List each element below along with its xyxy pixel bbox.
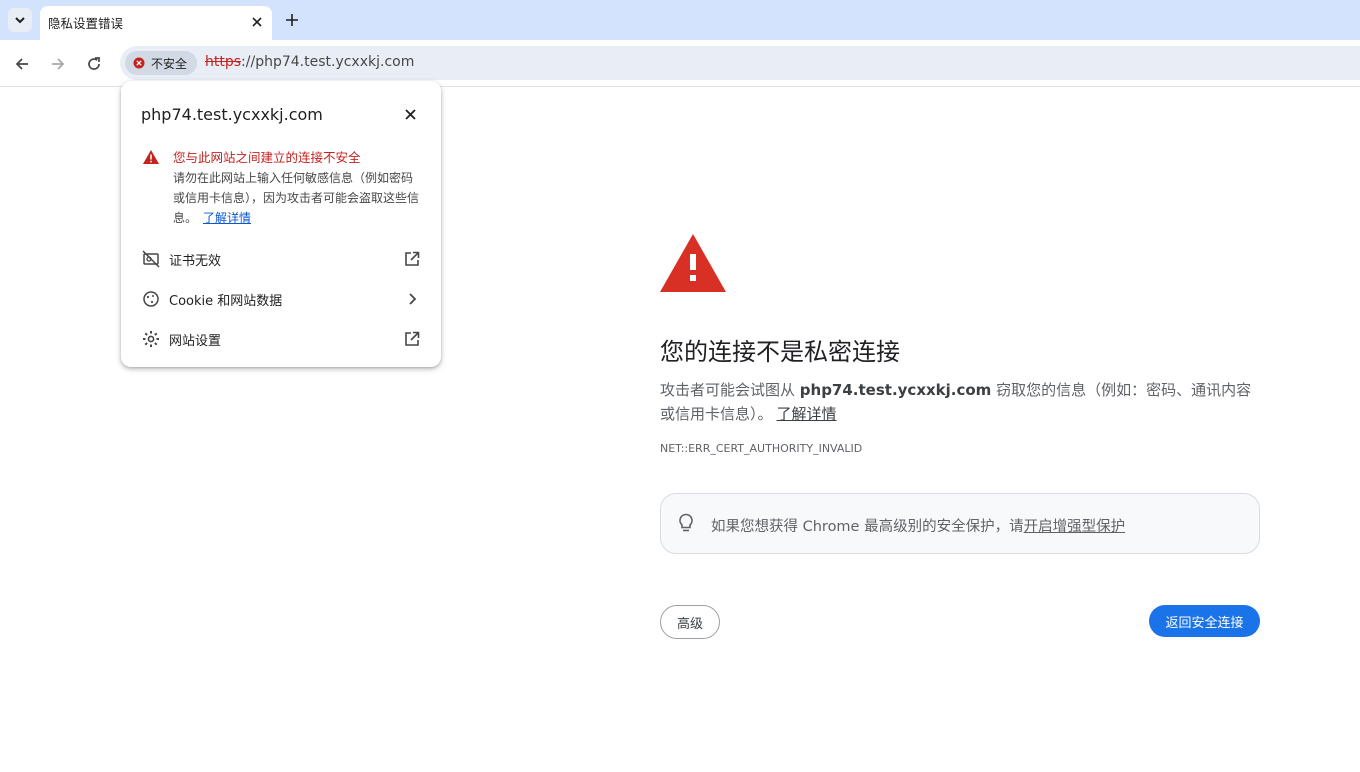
- advanced-button[interactable]: 高级: [660, 605, 720, 639]
- connection-warning-body: 请勿在此网站上输入任何敏感信息（例如密码或信用卡信息），因为攻击者可能会盗取这些…: [173, 168, 421, 228]
- site-info-popup: php74.test.ycxxkj.com 您与此网站之间建立的连接不安全 请勿…: [121, 81, 441, 367]
- url-host: ://php74.test.ycxxkj.com: [241, 54, 415, 70]
- gear-icon: [142, 330, 160, 348]
- address-bar[interactable]: 不安全 https://php74.test.ycxxkj.com: [120, 46, 1360, 80]
- description-domain: php74.test.ycxxkj.com: [799, 381, 992, 399]
- site-settings-row[interactable]: 网站设置: [121, 319, 441, 359]
- tab-strip: 隐私设置错误: [0, 0, 1360, 40]
- open-external-icon: [403, 250, 421, 268]
- url-scheme: https: [205, 54, 242, 70]
- certificate-row-label: 证书无效: [169, 253, 222, 269]
- open-external-icon: [403, 330, 421, 348]
- certificate-row[interactable]: 证书无效: [121, 239, 441, 279]
- cookie-row[interactable]: Cookie 和网站数据: [121, 279, 441, 319]
- error-code: NET::ERR_CERT_AUTHORITY_INVALID: [660, 442, 863, 455]
- tab-title: 隐私设置错误: [48, 16, 124, 31]
- arrow-right-icon: [52, 58, 65, 70]
- lightbulb-icon: [679, 513, 693, 532]
- security-chip-label: 不安全: [151, 56, 188, 71]
- security-chip[interactable]: 不安全: [125, 51, 197, 75]
- forward-button[interactable]: [46, 52, 70, 76]
- enhanced-protection-box: 如果您想获得 Chrome 最高级别的安全保护，请开启增强型保护: [660, 493, 1260, 554]
- site-settings-row-label: 网站设置: [169, 333, 222, 349]
- warning-triangle-icon: [143, 150, 159, 164]
- connection-warning-title: 您与此网站之间建立的连接不安全: [173, 150, 361, 165]
- back-button[interactable]: [10, 52, 34, 76]
- close-icon: [404, 108, 416, 120]
- toolbar: 不安全 https://php74.test.ycxxkj.com: [0, 40, 1360, 87]
- enhanced-protection-link[interactable]: 开启增强型保护: [1024, 519, 1126, 535]
- chevron-right-icon: [403, 290, 421, 308]
- arrow-left-icon: [15, 58, 28, 70]
- url-text: https://php74.test.ycxxkj.com: [205, 54, 414, 70]
- enhanced-protection-text: 如果您想获得 Chrome 最高级别的安全保护，请开启增强型保护: [711, 515, 1125, 536]
- close-icon: [252, 17, 262, 27]
- tab-search-button[interactable]: [8, 8, 32, 32]
- page-title: 您的连接不是私密连接: [660, 338, 900, 366]
- error-description: 攻击者可能会试图从 php74.test.ycxxkj.com 窃取您的信息（例…: [660, 378, 1260, 426]
- cookie-icon: [142, 290, 160, 308]
- plus-icon: [286, 14, 298, 26]
- enhanced-protection-prompt: 如果您想获得 Chrome 最高级别的安全保护，请: [711, 519, 1024, 535]
- chevron-down-icon: [15, 17, 25, 24]
- active-tab[interactable]: 隐私设置错误: [40, 6, 272, 40]
- learn-more-link[interactable]: 了解详情: [203, 211, 251, 225]
- tab-close-button[interactable]: [248, 13, 266, 31]
- learn-more-link[interactable]: 了解详情: [777, 405, 837, 423]
- warning-triangle-icon: [660, 234, 726, 292]
- reload-button[interactable]: [82, 52, 106, 76]
- popup-domain: php74.test.ycxxkj.com: [141, 105, 323, 124]
- error-circle-icon: [133, 57, 145, 69]
- new-tab-button[interactable]: [282, 10, 302, 30]
- description-text: 攻击者可能会试图从: [660, 381, 800, 399]
- back-to-safety-button[interactable]: 返回安全连接: [1149, 605, 1260, 637]
- certificate-off-icon: [142, 250, 160, 268]
- cookie-row-label: Cookie 和网站数据: [169, 293, 283, 309]
- popup-close-button[interactable]: [401, 105, 419, 123]
- reload-icon: [88, 57, 100, 70]
